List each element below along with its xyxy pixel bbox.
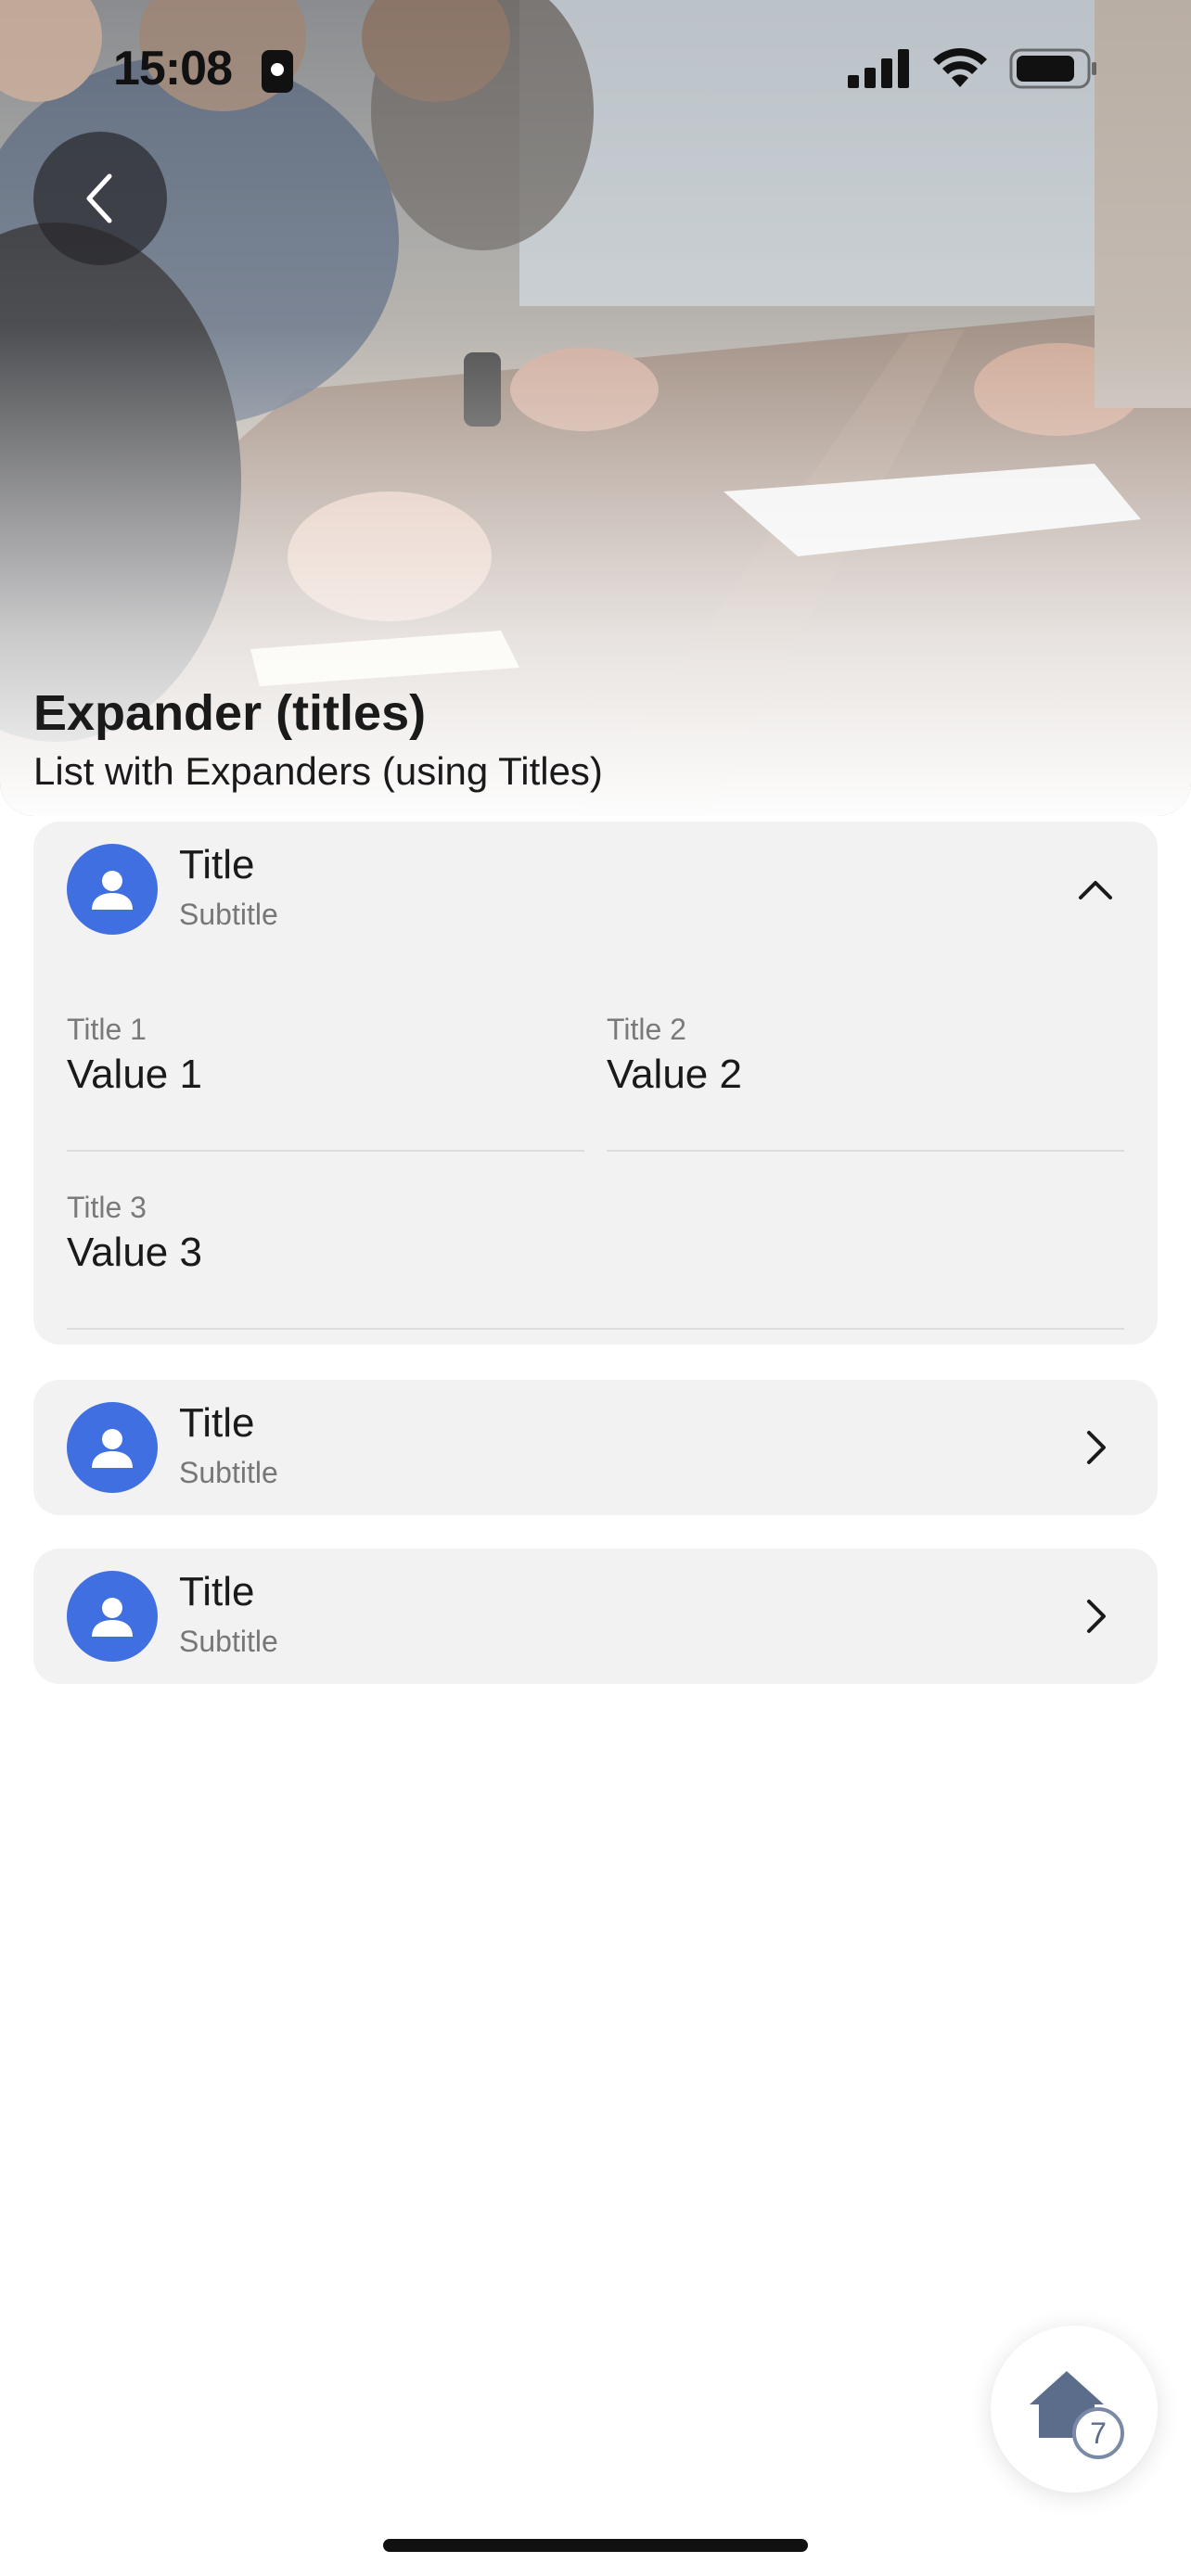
list-item-subtitle: Subtitle	[179, 898, 278, 931]
chevron-left-icon	[86, 173, 112, 223]
home-button[interactable]: 7	[991, 2326, 1158, 2493]
expander-header[interactable]: Title Subtitle	[33, 1380, 1158, 1515]
status-time: 15:08	[113, 42, 233, 96]
person-icon	[92, 1429, 133, 1468]
field-label: Title 2	[607, 1013, 686, 1046]
battery-icon	[1009, 48, 1096, 89]
expander-card-expanded: Title Subtitle Title 1 Value 1 Title 2 V…	[33, 822, 1158, 1345]
status-icons	[848, 48, 1098, 89]
status-bar: 15:08	[0, 0, 1191, 139]
page-subtitle: List with Expanders (using Titles)	[33, 749, 603, 793]
list-item-subtitle: Subtitle	[179, 1625, 278, 1658]
avatar	[67, 1402, 158, 1493]
avatar	[67, 844, 158, 935]
home-indicator	[383, 2539, 808, 2552]
field-value: Value 3	[67, 1230, 202, 1275]
avatar	[67, 1571, 158, 1662]
home-badge-count: 7	[1072, 2407, 1124, 2459]
chevron-right-icon[interactable]	[1074, 1595, 1117, 1638]
expander-card-collapsed[interactable]: Title Subtitle	[33, 1380, 1158, 1515]
back-button[interactable]	[33, 132, 167, 265]
field-value: Value 1	[67, 1052, 202, 1097]
expander-card-collapsed[interactable]: Title Subtitle	[33, 1549, 1158, 1684]
person-icon	[92, 871, 133, 910]
field-label: Title 3	[67, 1191, 147, 1224]
chevron-right-icon[interactable]	[1074, 1426, 1117, 1469]
field-label: Title 1	[67, 1013, 147, 1046]
list-item-title: Title	[179, 1400, 255, 1446]
detail-field: Title 2 Value 2	[607, 1013, 1124, 1152]
expander-header[interactable]: Title Subtitle	[33, 822, 1158, 957]
contact-badge-icon	[262, 50, 293, 93]
detail-field: Title 1 Value 1	[67, 1013, 584, 1152]
person-icon	[92, 1598, 133, 1637]
list-item-subtitle: Subtitle	[179, 1456, 278, 1489]
chevron-up-icon[interactable]	[1074, 868, 1117, 911]
page-title: Expander (titles)	[33, 685, 427, 741]
wifi-icon	[933, 48, 987, 87]
list-item-title: Title	[179, 1569, 255, 1614]
detail-field: Title 3 Value 3	[67, 1191, 1124, 1330]
cellular-signal-icon	[848, 49, 909, 88]
expander-header[interactable]: Title Subtitle	[33, 1549, 1158, 1684]
field-value: Value 2	[607, 1052, 742, 1097]
list-item-title: Title	[179, 842, 255, 887]
